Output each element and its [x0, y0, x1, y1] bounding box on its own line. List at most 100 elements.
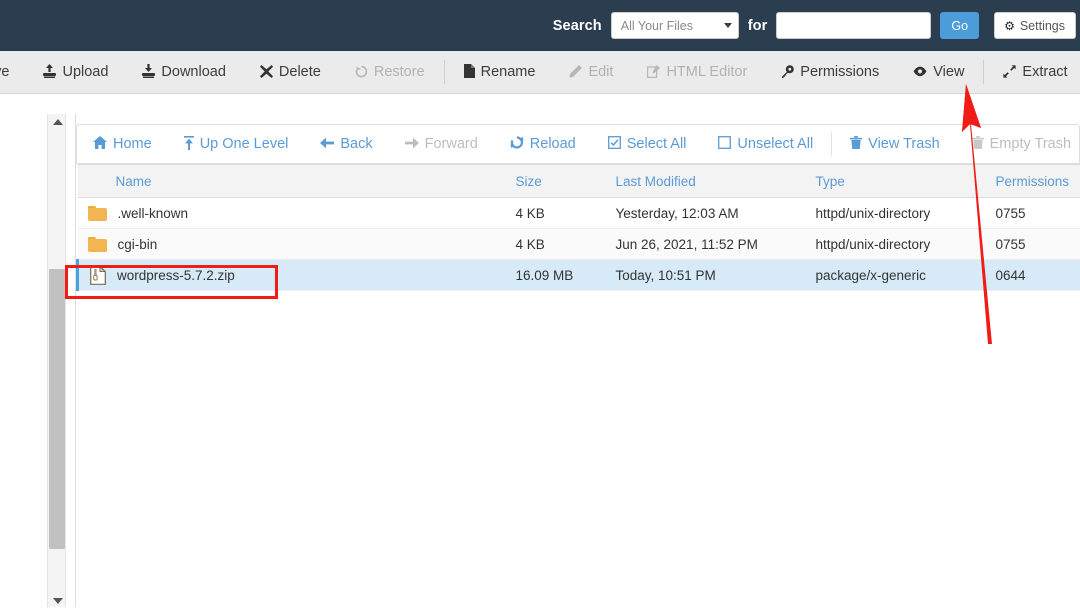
scrollbar-thumb[interactable]	[49, 269, 65, 549]
zip-file-icon	[90, 266, 106, 285]
toolbar-edit-button: Edit	[552, 51, 630, 94]
search-bar: Search All Your Files for Go ⚙ Settings	[553, 12, 1080, 39]
toolbar-label: Extract	[1022, 64, 1067, 80]
download-icon	[142, 64, 155, 80]
trash-icon	[972, 136, 984, 152]
table-row[interactable]: .well-known 4 KB Yesterday, 12:03 AM htt…	[78, 198, 1080, 229]
file-modified-cell: Jun 26, 2021, 11:52 PM	[608, 229, 808, 260]
toolbar-delete-button[interactable]: Delete	[243, 51, 338, 94]
column-header-name[interactable]: Name	[78, 165, 508, 198]
pencil-icon	[569, 65, 582, 80]
nav-view-trash-button[interactable]: View Trash	[834, 125, 955, 163]
file-action-toolbar: Move Upload Download Delete Restore	[0, 51, 1080, 94]
chevron-down-icon	[724, 23, 732, 28]
up-arrow-icon	[184, 136, 194, 153]
toolbar-view-button[interactable]: View	[896, 51, 981, 94]
toolbar-permissions-button[interactable]: Permissions	[764, 51, 896, 94]
file-table-head: Name Size Last Modified Type Permissions	[78, 165, 1080, 198]
nav-reload-button[interactable]: Reload	[494, 125, 592, 163]
column-header-type[interactable]: Type	[808, 165, 988, 198]
file-name-cell[interactable]: wordpress-5.7.2.zip	[78, 260, 508, 291]
triangle-down-icon	[53, 598, 63, 604]
column-header-size[interactable]: Size	[508, 165, 608, 198]
toolbar-divider	[983, 60, 984, 84]
table-header-row: Name Size Last Modified Type Permissions	[78, 165, 1080, 198]
toolbar-extract-button[interactable]: Extract	[986, 51, 1080, 94]
search-go-button[interactable]: Go	[940, 12, 979, 39]
file-permissions-cell: 0755	[988, 229, 1080, 260]
column-header-permissions[interactable]: Permissions	[988, 165, 1080, 198]
toolbar-label: Move	[0, 64, 9, 80]
search-scope-value: All Your Files	[621, 19, 693, 33]
file-name-cell[interactable]: cgi-bin	[78, 229, 508, 260]
file-name-label: .well-known	[118, 206, 189, 221]
nav-label: Empty Trash	[990, 136, 1071, 152]
toolbar-label: Restore	[374, 64, 425, 80]
nav-unselect-all-button[interactable]: Unselect All	[702, 125, 829, 163]
restore-icon	[355, 65, 368, 80]
nav-label: Back	[340, 136, 372, 152]
file-size-cell: 4 KB	[508, 229, 608, 260]
scroll-up-button[interactable]	[48, 114, 67, 130]
settings-label: Settings	[1020, 19, 1065, 33]
file-list-table: Name Size Last Modified Type Permissions…	[76, 164, 1080, 291]
nav-home-button[interactable]: Home	[77, 125, 168, 163]
file-modified-cell: Yesterday, 12:03 AM	[608, 198, 808, 229]
extract-icon	[1003, 65, 1016, 80]
file-name-cell[interactable]: .well-known	[78, 198, 508, 229]
column-header-last-modified[interactable]: Last Modified	[608, 165, 808, 198]
x-icon	[260, 65, 273, 80]
file-table-body: .well-known 4 KB Yesterday, 12:03 AM htt…	[78, 198, 1080, 291]
toolbar-label: Upload	[62, 64, 108, 80]
toolbar-label: Delete	[279, 64, 321, 80]
page-scrollbar[interactable]	[47, 114, 66, 609]
nav-up-one-level-button[interactable]: Up One Level	[168, 125, 305, 163]
gear-icon: ⚙	[1004, 20, 1015, 32]
file-icon	[464, 64, 475, 80]
empty-box-icon	[718, 136, 731, 152]
settings-button[interactable]: ⚙ Settings	[994, 12, 1076, 39]
table-row[interactable]: cgi-bin 4 KB Jun 26, 2021, 11:52 PM http…	[78, 229, 1080, 260]
nav-label: Unselect All	[737, 136, 813, 152]
trash-icon	[850, 136, 862, 152]
html-editor-icon	[647, 65, 660, 80]
search-for-label: for	[748, 18, 768, 34]
file-modified-cell: Today, 10:51 PM	[608, 260, 808, 291]
page-body: Home Up One Level Back	[0, 94, 1080, 609]
nav-divider	[831, 132, 832, 156]
nav-label: Home	[113, 136, 152, 152]
search-scope-select[interactable]: All Your Files	[611, 12, 739, 39]
nav-label: Up One Level	[200, 136, 289, 152]
search-label: Search	[553, 18, 602, 34]
toolbar-download-button[interactable]: Download	[125, 51, 243, 94]
nav-select-all-button[interactable]: Select All	[592, 125, 703, 163]
file-manager-screen: Search All Your Files for Go ⚙ Settings …	[0, 0, 1080, 609]
toolbar-label: Rename	[481, 64, 536, 80]
file-type-cell: httpd/unix-directory	[808, 229, 988, 260]
upload-icon	[43, 64, 56, 80]
nav-label: View Trash	[868, 136, 939, 152]
file-type-cell: package/x-generic	[808, 260, 988, 291]
reload-icon	[510, 136, 524, 152]
triangle-up-icon	[53, 119, 63, 125]
top-header-bar: Search All Your Files for Go ⚙ Settings	[0, 0, 1080, 51]
search-input[interactable]	[776, 12, 931, 39]
toolbar-label: View	[933, 64, 964, 80]
eye-icon	[913, 66, 927, 79]
nav-label: Select All	[627, 136, 687, 152]
nav-back-button[interactable]: Back	[304, 125, 388, 163]
toolbar-label: Edit	[588, 64, 613, 80]
nav-empty-trash-button: Empty Trash	[956, 125, 1080, 163]
file-nav-toolbar: Home Up One Level Back	[76, 124, 1080, 164]
toolbar-label: Permissions	[800, 64, 879, 80]
file-name-label: wordpress-5.7.2.zip	[117, 268, 235, 283]
table-row[interactable]: wordpress-5.7.2.zip 16.09 MB Today, 10:5…	[78, 260, 1080, 291]
file-type-cell: httpd/unix-directory	[808, 198, 988, 229]
folder-icon	[88, 206, 107, 221]
toolbar-rename-button[interactable]: Rename	[447, 51, 553, 94]
toolbar-upload-button[interactable]: Upload	[26, 51, 125, 94]
toolbar-move-button[interactable]: Move	[0, 51, 26, 94]
toolbar-label: Download	[161, 64, 226, 80]
home-icon	[93, 136, 107, 152]
toolbar-restore-button: Restore	[338, 51, 442, 94]
